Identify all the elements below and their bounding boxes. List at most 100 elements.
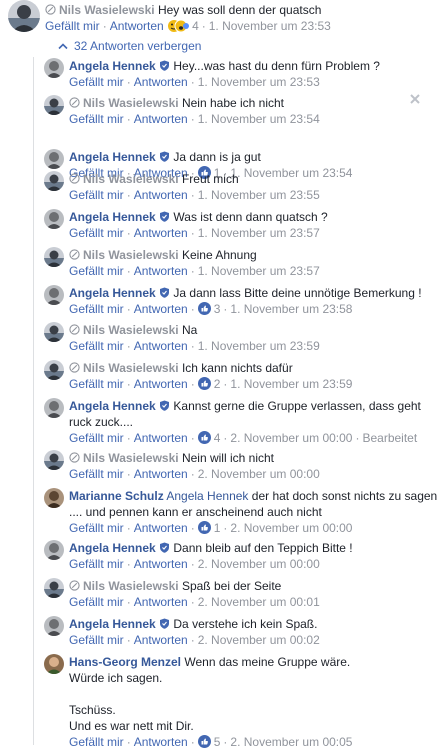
like-button[interactable]: Gefällt mir <box>69 467 124 481</box>
reply-author[interactable]: Angela Hennek <box>69 541 156 555</box>
avatar[interactable] <box>44 540 64 560</box>
separator: · <box>190 377 195 391</box>
avatar[interactable] <box>44 95 64 115</box>
reply-content: Dann bleib auf den Teppich Bitte ! <box>173 541 353 555</box>
reply-time[interactable]: 1. November um 23:59 <box>198 339 320 353</box>
like-button[interactable]: Gefällt mir <box>69 112 124 126</box>
comment-time[interactable]: 1. November um 23:53 <box>209 19 331 33</box>
like-button[interactable]: Gefällt mir <box>69 339 124 353</box>
avatar[interactable] <box>44 654 64 674</box>
hide-replies-link[interactable]: 32 Antworten verbergen <box>58 39 201 53</box>
reply-button[interactable]: Antworten <box>134 595 188 609</box>
reactions-icon[interactable] <box>167 19 190 33</box>
reply-author[interactable]: Nils Wasielewski <box>83 172 179 186</box>
reply-button[interactable]: Antworten <box>134 302 188 316</box>
reply-author[interactable]: Angela Hennek <box>69 59 156 73</box>
mention-link[interactable]: Angela Hennek <box>166 489 248 503</box>
reply-time[interactable]: 2. November um 00:00 <box>198 467 320 481</box>
like-button[interactable]: Gefällt mir <box>69 557 124 571</box>
reply-button[interactable]: Antworten <box>134 75 188 89</box>
like-button[interactable]: Gefällt mir <box>69 633 124 647</box>
reply-button[interactable]: Antworten <box>134 339 188 353</box>
reply-time[interactable]: 2. November um 00:02 <box>198 633 320 647</box>
reply-button[interactable]: Antworten <box>134 226 188 240</box>
reply-button[interactable]: Antworten <box>134 735 188 749</box>
like-button[interactable]: Gefällt mir <box>69 377 124 391</box>
avatar[interactable] <box>44 58 64 78</box>
reply-author[interactable]: Nils Wasielewski <box>83 451 179 465</box>
reply-author[interactable]: Angela Hennek <box>69 399 156 413</box>
reply-button[interactable]: Antworten <box>134 467 188 481</box>
avatar[interactable] <box>44 488 64 508</box>
reply-button[interactable]: Antworten <box>134 633 188 647</box>
reply-button[interactable]: Antworten <box>134 521 188 535</box>
reply-time[interactable]: 1. November um 23:54 <box>198 112 320 126</box>
like-button[interactable]: Gefällt mir <box>69 226 124 240</box>
reply-author[interactable]: Marianne Schulz <box>69 489 164 503</box>
reply-author[interactable]: Angela Hennek <box>69 150 156 164</box>
like-button[interactable]: Gefällt mir <box>69 431 124 445</box>
like-button[interactable]: Gefällt mir <box>69 264 124 278</box>
avatar[interactable] <box>8 0 40 32</box>
avatar[interactable] <box>44 360 64 380</box>
avatar[interactable] <box>44 149 64 169</box>
separator: · <box>126 633 131 647</box>
reply-author[interactable]: Hans-Georg Menzel <box>69 655 181 669</box>
reply-content: Na <box>181 323 198 337</box>
reply-text: Angela Hennek Hey...was hast du denn für… <box>69 58 439 74</box>
avatar[interactable] <box>44 322 64 342</box>
reply-time[interactable]: 1. November um 23:58 <box>230 302 352 316</box>
reply-actions: Gefällt mir · Antworten · 2. November um 00:… <box>69 594 439 610</box>
avatar[interactable] <box>44 285 64 305</box>
reply-time[interactable]: 2. November um 00:00 <box>230 431 352 445</box>
like-button[interactable]: Gefällt mir <box>69 75 124 89</box>
reply-button[interactable]: Antworten <box>134 377 188 391</box>
reply-time[interactable]: 2. November um 00:00 <box>198 557 320 571</box>
avatar[interactable] <box>44 398 64 418</box>
reply-time[interactable]: 2. November um 00:05 <box>230 735 352 749</box>
avatar[interactable] <box>44 450 64 470</box>
like-button[interactable]: Gefällt mir <box>69 188 124 202</box>
like-button[interactable]: Gefällt mir <box>69 735 124 749</box>
reply-author[interactable]: Nils Wasielewski <box>83 96 179 110</box>
reply-button[interactable]: Antworten <box>110 19 164 33</box>
reply-button[interactable]: Antworten <box>134 431 188 445</box>
reply-author[interactable]: Angela Hennek <box>69 286 156 300</box>
reaction-count[interactable]: 4 <box>192 19 199 33</box>
avatar[interactable] <box>44 247 64 267</box>
reply-author[interactable]: Angela Hennek <box>69 210 156 224</box>
avatar[interactable] <box>44 209 64 229</box>
like-button[interactable]: Gefällt mir <box>69 302 124 316</box>
reply-author[interactable]: Angela Hennek <box>69 617 156 631</box>
reply-author[interactable]: Nils Wasielewski <box>83 361 179 375</box>
like-button[interactable]: Gefällt mir <box>69 595 124 609</box>
separator: · <box>126 339 131 353</box>
separator: · <box>223 521 228 535</box>
avatar[interactable] <box>44 171 64 191</box>
reply-author[interactable]: Nils Wasielewski <box>83 323 179 337</box>
avatar[interactable] <box>44 616 64 636</box>
reply-content: Freut mich <box>181 172 239 186</box>
edited-label[interactable]: Bearbeitet <box>362 431 417 445</box>
chevron-up-icon <box>58 43 68 50</box>
like-button[interactable]: Gefällt mir <box>45 19 100 33</box>
reply-time[interactable]: 1. November um 23:53 <box>198 75 320 89</box>
thread-line <box>33 57 34 745</box>
reply-time[interactable]: 2. November um 00:00 <box>230 521 352 535</box>
comment-author[interactable]: Nils Wasielewski <box>59 3 155 17</box>
reply-button[interactable]: Antworten <box>134 112 188 126</box>
reply-button[interactable]: Antworten <box>134 557 188 571</box>
avatar[interactable] <box>44 578 64 598</box>
reply-button[interactable]: Antworten <box>134 264 188 278</box>
reply-content: Ja dann lass Bitte deine unnötige Bemerk… <box>173 286 422 300</box>
reply-author[interactable]: Nils Wasielewski <box>83 248 179 262</box>
reply-time[interactable]: 1. November um 23:57 <box>198 226 320 240</box>
like-button[interactable]: Gefällt mir <box>69 521 124 535</box>
reply-time[interactable]: 1. November um 23:57 <box>198 264 320 278</box>
reply-time[interactable]: 2. November um 00:01 <box>198 595 320 609</box>
reply-time[interactable]: 1. November um 23:55 <box>198 188 320 202</box>
pending-icon <box>69 324 80 335</box>
reply-button[interactable]: Antworten <box>134 188 188 202</box>
reply-time[interactable]: 1. November um 23:59 <box>230 377 352 391</box>
reply-author[interactable]: Nils Wasielewski <box>83 579 179 593</box>
